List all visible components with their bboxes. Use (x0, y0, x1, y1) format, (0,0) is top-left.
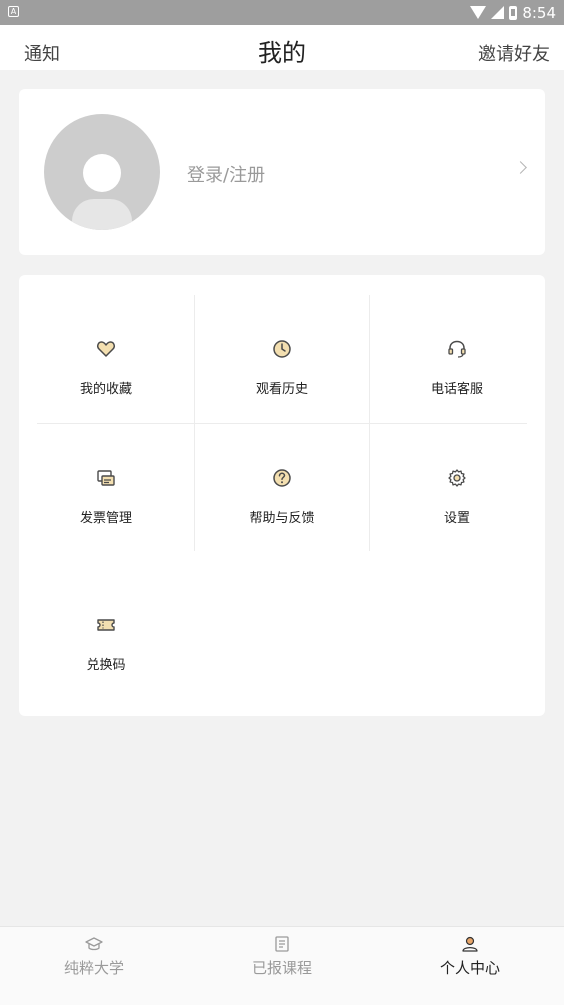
graduation-cap-icon (85, 937, 103, 951)
headset-icon (448, 340, 466, 358)
menu-grid: 我的收藏 观看历史 电话客服 发票管理 帮助与反馈 设置 兑换码 (19, 275, 545, 716)
chevron-right-icon (514, 161, 527, 174)
ticket-icon (97, 619, 115, 631)
tab-label: 已报课程 (251, 959, 312, 977)
bottom-navigation: 纯粹大学 已报课程 个人中心 (0, 926, 564, 1005)
menu-item-help-feedback[interactable]: 帮助与反馈 (195, 424, 369, 552)
tab-university[interactable]: 纯粹大学 (0, 927, 188, 1005)
clock-icon (273, 340, 291, 358)
notification-icon: A (8, 6, 19, 17)
status-time: 8:54 (522, 3, 556, 22)
course-list-icon (275, 936, 289, 952)
signal-icon (491, 6, 505, 19)
heart-icon (97, 341, 115, 357)
invite-friends-link[interactable]: 邀请好友 (478, 40, 550, 66)
menu-item-history[interactable]: 观看历史 (195, 295, 369, 423)
person-icon (462, 936, 478, 952)
menu-item-label: 电话客服 (430, 382, 483, 397)
battery-icon (509, 5, 518, 20)
help-icon (273, 469, 291, 487)
menu-item-label: 设置 (443, 511, 470, 526)
tab-label: 个人中心 (439, 959, 500, 977)
menu-item-label: 兑换码 (86, 658, 126, 673)
menu-item-label: 我的收藏 (79, 382, 132, 397)
profile-card[interactable]: 登录/注册 (19, 89, 545, 255)
login-register-link[interactable]: 登录/注册 (187, 161, 265, 187)
menu-item-settings[interactable]: 设置 (370, 424, 544, 552)
status-bar: A 8:54 (0, 0, 564, 25)
gear-icon (448, 469, 466, 487)
status-icons: 8:54 (470, 0, 556, 25)
top-header: 通知 我的 邀请好友 (0, 25, 564, 70)
tab-personal-center[interactable]: 个人中心 (376, 927, 564, 1005)
avatar-head-shape (83, 154, 121, 192)
tab-label: 纯粹大学 (63, 959, 124, 977)
menu-item-phone-support[interactable]: 电话客服 (370, 295, 544, 423)
menu-item-invoices[interactable]: 发票管理 (19, 424, 193, 552)
avatar[interactable] (44, 114, 160, 230)
menu-item-label: 帮助与反馈 (249, 511, 315, 526)
avatar-body-shape (72, 199, 132, 230)
menu-item-label: 观看历史 (255, 382, 308, 397)
menu-item-favorites[interactable]: 我的收藏 (19, 295, 193, 423)
wifi-icon (470, 6, 487, 19)
tab-enrolled-courses[interactable]: 已报课程 (188, 927, 376, 1005)
menu-item-label: 发票管理 (79, 511, 132, 526)
menu-item-redeem-code[interactable]: 兑换码 (19, 571, 193, 699)
invoice-icon (97, 470, 115, 486)
